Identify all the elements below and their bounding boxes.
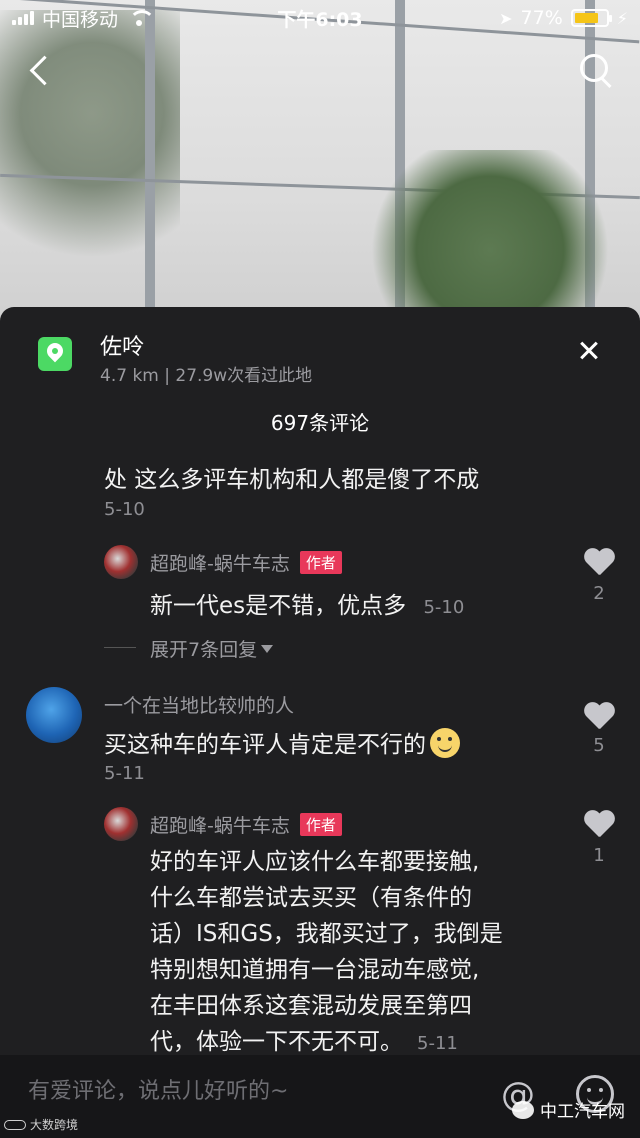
battery-icon [570, 9, 612, 27]
reply-text: 好的车评人应该什么车都要接触, 什么车都尝试去买买（有条件的 话）IS和GS，我… [150, 844, 580, 1062]
like-count: 1 [593, 845, 605, 866]
watermark-left-text: 大数跨境 [30, 1118, 79, 1132]
reply-text-line: 在丰田体系这套混动发展至第四 [150, 993, 472, 1019]
location-row[interactable]: 佐呤 4.7 km | 27.9w次看过此地 [38, 327, 610, 387]
location-meta: 4.7 km | 27.9w次看过此地 [100, 366, 313, 386]
reply-date: 5-11 [417, 1033, 458, 1054]
comment-username[interactable]: 一个在当地比较帅的人 [104, 691, 294, 718]
reply-username-text: 超跑峰-蜗牛车志 [150, 815, 290, 837]
watermark-right: 中工汽车网 [512, 1097, 625, 1122]
battery-percent: 77% [520, 7, 563, 29]
reply-text-line: 什么车都尝试去买买（有条件的 [150, 885, 472, 911]
location-arrow-icon: ➤ [499, 8, 513, 28]
comment-input[interactable] [28, 1079, 468, 1104]
reply-username[interactable]: 超跑峰-蜗牛车志 作者 [150, 811, 342, 838]
reply-text: 新一代es是不错，优点多 5-10 [150, 586, 464, 620]
location-pin-icon [38, 337, 72, 371]
comment-date: 5-10 [104, 499, 145, 520]
avatar[interactable] [104, 545, 138, 579]
battery-fill [574, 13, 598, 23]
reply-date: 5-10 [423, 597, 465, 618]
reply-text-line: 话）IS和GS，我都买过了，我倒是 [150, 921, 503, 947]
expand-replies-label: 展开7条回复 [150, 639, 258, 661]
comment-text: 处 这么多评车机构和人都是傻了不成 [104, 467, 480, 493]
reply-text-line: 代，体验一下不无不可。 [150, 1029, 403, 1055]
back-chevron-icon[interactable] [22, 52, 62, 92]
author-badge: 作者 [299, 813, 342, 836]
watermark-left: 大数跨境 [4, 1116, 78, 1133]
like-count: 5 [593, 735, 605, 756]
background-photo [0, 0, 640, 330]
smile-emoji-icon [430, 728, 460, 758]
signal-icon [12, 11, 34, 25]
heart-icon[interactable] [583, 703, 615, 731]
comment-text: 买这种车的车评人肯定是不行的 [104, 725, 460, 759]
heart-icon[interactable] [583, 811, 615, 839]
comments-sheet: 佐呤 4.7 km | 27.9w次看过此地 697条评论 处 这么多评车机构和… [0, 307, 640, 1138]
wifi-icon [128, 10, 156, 26]
logo-icon [4, 1119, 26, 1130]
location-name: 佐呤 [100, 335, 145, 360]
expand-replies-button[interactable]: 展开7条回复 [150, 635, 274, 662]
reply-text-body: 新一代es是不错，优点多 [150, 593, 407, 619]
comment-text-body: 买这种车的车评人肯定是不行的 [104, 732, 426, 758]
carrier-name: 中国移动 [42, 8, 119, 31]
reply-username-text: 超跑峰-蜗牛车志 [150, 553, 290, 575]
heart-icon[interactable] [583, 549, 615, 577]
reply-text-line: 特别想知道拥有一台混动车感觉, [150, 957, 480, 983]
fence-pole [145, 0, 155, 330]
reply-username[interactable]: 超跑峰-蜗牛车志 作者 [150, 549, 342, 576]
comment-count: 697条评论 [270, 411, 370, 435]
charging-bolt-icon: ⚡ [616, 8, 628, 28]
status-bar: 中国移动 下午6:03 ➤ 77% ⚡ [0, 0, 640, 36]
like-count: 2 [593, 583, 605, 604]
divider [104, 647, 136, 648]
author-badge: 作者 [299, 551, 342, 574]
search-icon[interactable] [576, 50, 616, 90]
close-icon[interactable] [570, 331, 610, 371]
chevron-down-icon [261, 645, 274, 653]
avatar[interactable] [104, 807, 138, 841]
wechat-icon [512, 1100, 534, 1119]
comment-date: 5-11 [104, 763, 145, 784]
avatar[interactable] [26, 687, 82, 743]
tree-right [360, 150, 620, 330]
reply-text-line: 好的车评人应该什么车都要接触, [150, 849, 480, 875]
watermark-right-text: 中工汽车网 [540, 1102, 625, 1122]
